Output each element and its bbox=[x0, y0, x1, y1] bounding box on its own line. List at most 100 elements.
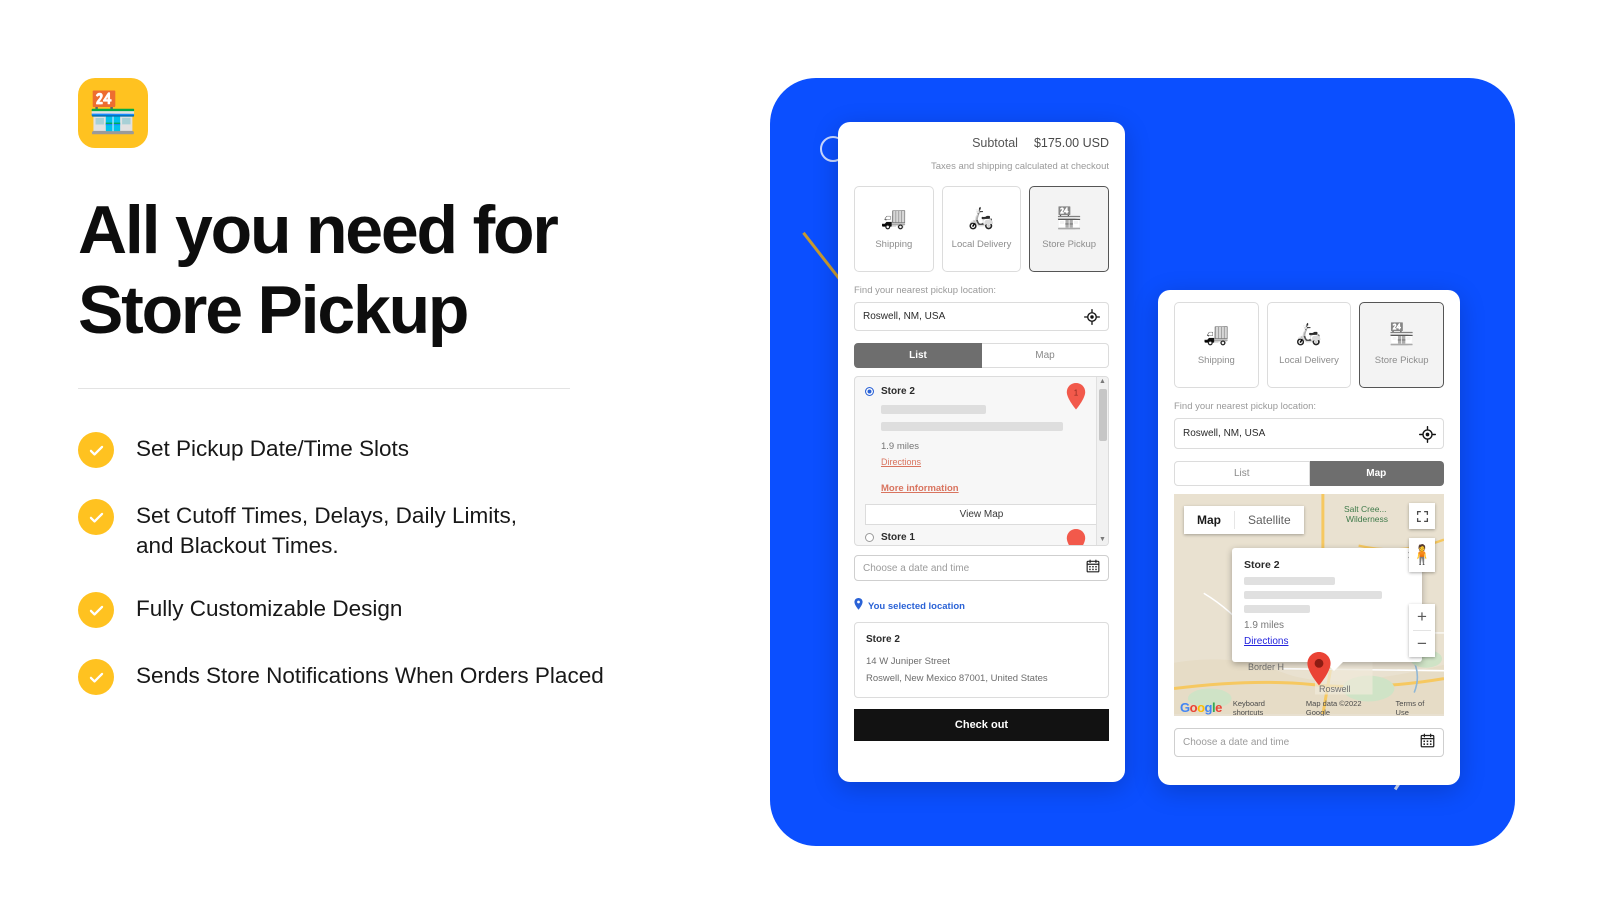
date-time-input[interactable]: Choose a date and time bbox=[1183, 737, 1420, 748]
scooter-delivery-icon: 🛵 bbox=[1295, 323, 1323, 346]
view-map-button[interactable]: View Map bbox=[865, 504, 1098, 525]
map-marker-icon[interactable] bbox=[1306, 652, 1332, 686]
google-logo: Google bbox=[1180, 700, 1222, 715]
terms-of-use-link[interactable]: Terms of Use bbox=[1396, 699, 1438, 717]
map-type-map-button[interactable]: Map bbox=[1184, 506, 1234, 534]
google-map[interactable]: Salt Cree... Wilderness Border H Roswell… bbox=[1174, 494, 1444, 716]
scroll-down-icon[interactable]: ▼ bbox=[1099, 535, 1106, 545]
bubble-store-name: Store 2 bbox=[1244, 559, 1280, 571]
selected-location-label: You selected location bbox=[868, 600, 965, 612]
feature-label: Fully Customizable Design bbox=[136, 596, 403, 622]
list-map-toggle: List Map bbox=[854, 343, 1109, 368]
storefront-icon: 🏪 bbox=[1056, 207, 1083, 230]
zoom-in-button[interactable]: + bbox=[1409, 604, 1435, 630]
fullscreen-icon[interactable] bbox=[1409, 503, 1435, 529]
method-tab-label: Store Pickup bbox=[1042, 239, 1097, 250]
calendar-icon[interactable] bbox=[1420, 733, 1435, 753]
selected-location-box: Store 2 14 W Juniper Street Roswell, New… bbox=[854, 622, 1109, 698]
store-distance: 1.9 miles bbox=[881, 441, 920, 452]
taxes-note: Taxes and shipping calculated at checkou… bbox=[931, 161, 1109, 172]
directions-link[interactable]: Directions bbox=[881, 457, 921, 467]
map-label: Salt Cree... bbox=[1344, 504, 1387, 514]
keyboard-shortcuts-link[interactable]: Keyboard shortcuts bbox=[1233, 699, 1295, 717]
calendar-icon[interactable] bbox=[1086, 559, 1100, 578]
method-tab-local-delivery[interactable]: 🛵 Local Delivery bbox=[1266, 302, 1352, 388]
address-placeholder-bar bbox=[881, 405, 986, 414]
search-input[interactable]: Roswell, NM, USA bbox=[1183, 428, 1419, 439]
store-name: Store 1 bbox=[881, 532, 915, 543]
check-icon bbox=[78, 432, 114, 469]
map-type-satellite-button[interactable]: Satellite bbox=[1235, 506, 1304, 534]
method-tab-label: Local Delivery bbox=[951, 239, 1012, 250]
svg-text:1: 1 bbox=[1074, 389, 1079, 398]
app-icon-badge: 🏪 bbox=[78, 78, 148, 148]
selected-location-heading: You selected location bbox=[854, 597, 1109, 615]
use-my-location-icon[interactable] bbox=[1419, 425, 1436, 443]
location-search-field[interactable]: Roswell, NM, USA bbox=[1174, 418, 1444, 449]
directions-link[interactable]: Directions bbox=[1244, 636, 1288, 647]
list-item: Fully Customizable Design bbox=[78, 591, 718, 629]
street-view-pegman-icon[interactable]: 🧍 bbox=[1409, 538, 1435, 572]
marketing-pane: 🏪 All you need for Store Pickup Set Pick… bbox=[78, 78, 718, 696]
date-time-picker[interactable]: Choose a date and time bbox=[854, 555, 1109, 581]
store-header: Store 1 bbox=[865, 532, 1098, 543]
store-info-bubble: ✕ Store 2 1.9 miles Directions bbox=[1232, 548, 1422, 671]
subtotal-row: Subtotal $175.00 USD bbox=[854, 122, 1109, 150]
method-tab-shipping[interactable]: 🚚 Shipping bbox=[854, 186, 934, 272]
scooter-delivery-icon: 🛵 bbox=[968, 207, 995, 230]
subtotal-label: Subtotal bbox=[972, 136, 1018, 150]
location-search-field[interactable]: Roswell, NM, USA bbox=[854, 302, 1109, 331]
store-list-scrollbar[interactable]: ▲ ▼ bbox=[1096, 377, 1108, 545]
address-placeholder-bar bbox=[1244, 577, 1336, 585]
feature-label: Sends Store Notifications When Orders Pl… bbox=[136, 663, 604, 689]
store-results-list[interactable]: Store 2 1.9 miles Directions More inform… bbox=[854, 376, 1109, 546]
more-information-link[interactable]: More information bbox=[881, 483, 959, 494]
selected-store-name: Store 2 bbox=[866, 634, 900, 645]
pickup-list-card: Subtotal $175.00 USD Taxes and shipping … bbox=[838, 122, 1125, 782]
use-my-location-icon[interactable] bbox=[1084, 308, 1100, 325]
method-tab-shipping[interactable]: 🚚 Shipping bbox=[1174, 302, 1259, 388]
store-list-item-1[interactable]: Store 2 1.9 miles Directions More inform… bbox=[855, 377, 1108, 496]
store-list-item-2[interactable]: Store 1 bbox=[855, 525, 1108, 545]
search-input[interactable]: Roswell, NM, USA bbox=[863, 311, 1084, 322]
feature-list: Set Pickup Date/Time Slots Set Cutoff Ti… bbox=[78, 431, 718, 696]
list-item: Set Cutoff Times, Delays, Daily Limits, … bbox=[78, 498, 718, 561]
method-tab-local-delivery[interactable]: 🛵 Local Delivery bbox=[941, 186, 1022, 272]
toggle-map-button[interactable]: Map bbox=[1309, 461, 1444, 486]
store-radio-selected[interactable] bbox=[865, 387, 874, 396]
toggle-list-button[interactable]: List bbox=[1174, 461, 1310, 486]
map-pin-icon: 1 bbox=[1066, 383, 1086, 410]
list-item: Set Pickup Date/Time Slots bbox=[78, 431, 718, 469]
list-item: Sends Store Notifications When Orders Pl… bbox=[78, 658, 718, 696]
toggle-list-button[interactable]: List bbox=[854, 343, 982, 368]
store-radio-unselected[interactable] bbox=[865, 533, 874, 542]
scroll-up-icon[interactable]: ▲ bbox=[1099, 377, 1106, 387]
date-time-input[interactable]: Choose a date and time bbox=[863, 563, 1086, 574]
toggle-map-button[interactable]: Map bbox=[982, 343, 1109, 368]
address-placeholder-bar bbox=[1244, 605, 1311, 613]
selected-store-address-line1: 14 W Juniper Street bbox=[866, 656, 950, 667]
check-icon bbox=[78, 592, 114, 629]
method-tab-store-pickup[interactable]: 🏪 Store Pickup bbox=[1029, 186, 1110, 272]
method-tab-label: Local Delivery bbox=[1279, 355, 1339, 366]
checkout-button[interactable]: Check out bbox=[854, 709, 1109, 741]
check-icon bbox=[78, 499, 114, 536]
pickup-map-card: 🚚 Shipping 🛵 Local Delivery 🏪 Store Pick… bbox=[1158, 290, 1460, 785]
method-tab-label: Store Pickup bbox=[1374, 355, 1429, 366]
fulfillment-method-tabs: 🚚 Shipping 🛵 Local Delivery 🏪 Store Pick… bbox=[1174, 302, 1445, 388]
convenience-store-icon: 🏪 bbox=[88, 91, 138, 135]
map-data-credit: Map data ©2022 Google bbox=[1305, 698, 1362, 717]
store-header: Store 2 bbox=[865, 386, 1098, 397]
date-time-picker[interactable]: Choose a date and time bbox=[1174, 728, 1444, 757]
slide-root: 🏪 All you need for Store Pickup Set Pick… bbox=[0, 0, 1600, 900]
title-divider bbox=[78, 388, 570, 390]
find-location-label: Find your nearest pickup location: bbox=[1174, 401, 1317, 412]
method-tab-store-pickup[interactable]: 🏪 Store Pickup bbox=[1359, 302, 1445, 388]
method-tab-label: Shipping bbox=[1197, 355, 1235, 366]
find-location-label: Find your nearest pickup location: bbox=[854, 285, 997, 296]
delivery-truck-icon: 🚚 bbox=[880, 207, 907, 230]
scrollbar-thumb[interactable] bbox=[1098, 389, 1107, 441]
zoom-out-button[interactable]: − bbox=[1409, 631, 1435, 657]
map-pin-icon bbox=[1066, 529, 1086, 545]
fulfillment-method-tabs: 🚚 Shipping 🛵 Local Delivery 🏪 Store Pick… bbox=[854, 186, 1110, 272]
